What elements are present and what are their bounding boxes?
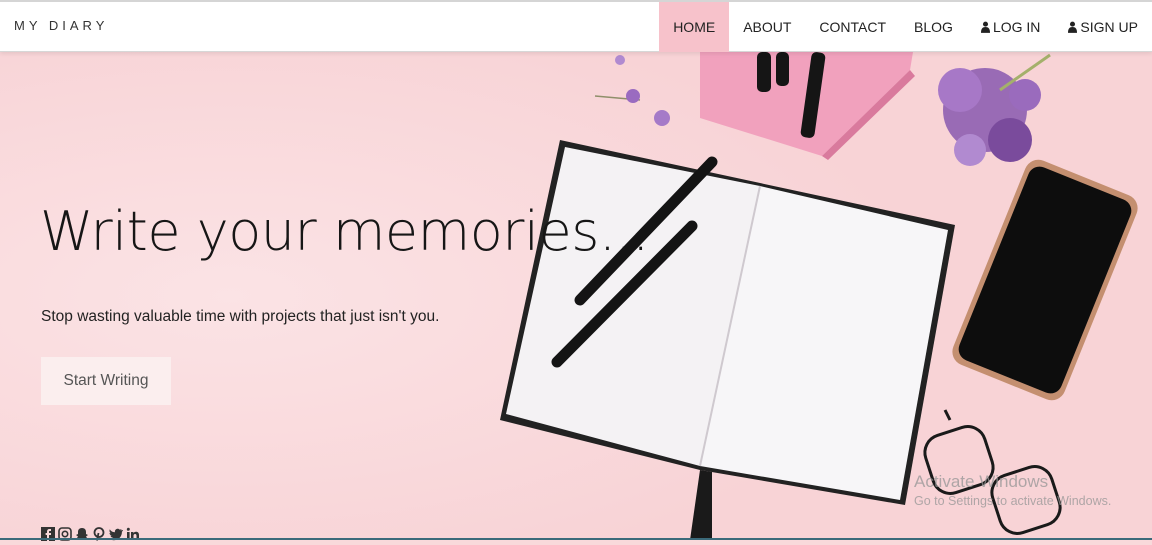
nav-blog-label: BLOG <box>914 19 953 35</box>
hero-title: Write your memories... <box>40 200 649 263</box>
nav-signup-label: SIGN UP <box>1080 19 1138 35</box>
hero-section: Write your memories... Stop wasting valu… <box>0 52 1152 541</box>
watermark-subtitle: Go to Settings to activate Windows. <box>914 494 1112 508</box>
nav-login[interactable]: LOG IN <box>967 2 1054 52</box>
start-writing-button[interactable]: Start Writing <box>41 357 171 405</box>
user-icon <box>980 21 990 33</box>
nav-contact[interactable]: CONTACT <box>805 2 900 52</box>
hero-subtitle: Stop wasting valuable time with projects… <box>41 308 440 325</box>
nav-about-label: ABOUT <box>743 19 792 35</box>
nav-signup[interactable]: SIGN UP <box>1054 2 1152 52</box>
user-icon <box>1068 21 1078 33</box>
nav-about[interactable]: ABOUT <box>729 2 805 52</box>
windows-activation-watermark: Activate Windows Go to Settings to activ… <box>914 472 1111 508</box>
nav-blog[interactable]: BLOG <box>900 2 967 52</box>
nav-contact-label: CONTACT <box>819 19 887 35</box>
nav-home-label: HOME <box>673 19 716 35</box>
nav-login-label: LOG IN <box>992 19 1041 35</box>
watermark-title: Activate Windows <box>914 472 1049 491</box>
top-navbar: MY DIARY HOME ABOUT CONTACT BLOG LOG IN … <box>0 0 1152 52</box>
nav-home[interactable]: HOME <box>659 2 730 52</box>
nav-menu: HOME ABOUT CONTACT BLOG LOG IN SIGN UP <box>659 2 1152 52</box>
hero-background-photo <box>0 52 1152 540</box>
brand-logo[interactable]: MY DIARY <box>14 18 108 33</box>
